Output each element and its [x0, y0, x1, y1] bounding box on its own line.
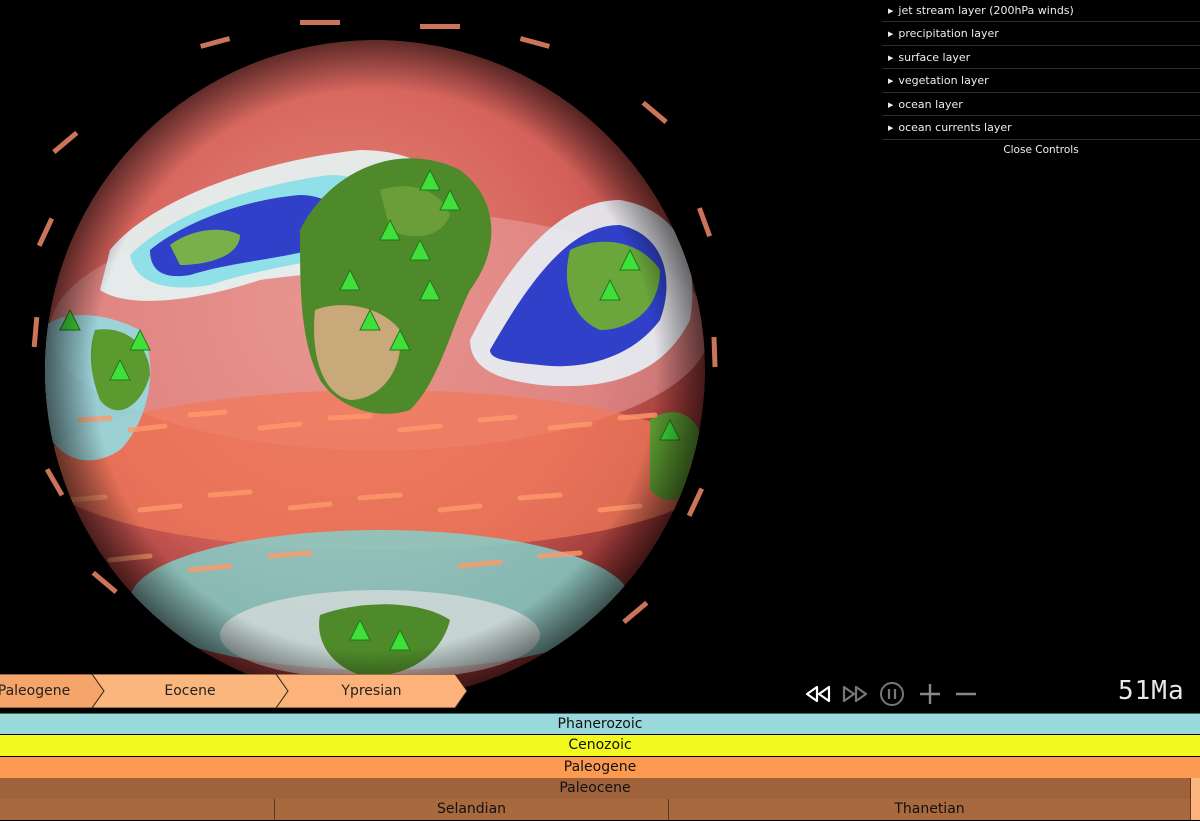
time-readout: 51Ma — [1118, 676, 1185, 706]
timescale-ages: Selandian Thanetian — [0, 799, 1200, 820]
globe-canvas[interactable] — [0, 0, 760, 700]
breadcrumb-item-age[interactable]: Ypresian — [288, 674, 455, 708]
caret-right-icon: ▶ — [888, 124, 894, 132]
layer-label: surface layer — [898, 50, 971, 64]
minus-icon[interactable] — [951, 679, 981, 709]
layer-label: ocean currents layer — [898, 121, 1012, 134]
timescale-age-selandian[interactable]: Selandian — [274, 799, 668, 820]
timescale-age-thanetian[interactable]: Thanetian — [668, 799, 1190, 820]
layer-toggle-ocean-currents[interactable]: ▶ ocean currents layer — [882, 116, 1200, 140]
caret-right-icon: ▶ — [888, 7, 894, 15]
layer-toggle-surface[interactable]: ▶ surface layer — [882, 46, 1200, 69]
layer-label: precipitation layer — [898, 27, 999, 40]
layer-label: vegetation layer — [898, 74, 989, 87]
timescale-age-next[interactable] — [1190, 799, 1200, 820]
rewind-icon[interactable] — [803, 679, 833, 709]
caret-right-icon: ▶ — [888, 30, 894, 38]
timescale-epoch[interactable]: Paleocene — [0, 778, 1190, 799]
layer-toggle-precipitation[interactable]: ▶ precipitation layer — [882, 22, 1200, 46]
breadcrumb-item-period[interactable]: Paleogene — [0, 674, 92, 708]
caret-right-icon: ▶ — [888, 77, 894, 85]
globe-viewport[interactable] — [0, 0, 760, 700]
pause-icon[interactable] — [877, 679, 907, 709]
layer-toggle-jet-stream[interactable]: ▶ jet stream layer (200hPa winds) — [882, 0, 1200, 22]
layer-toggle-vegetation[interactable]: ▶ vegetation layer — [882, 69, 1200, 93]
layer-controls-panel: ▶ jet stream layer (200hPa winds) ▶ precip… — [882, 0, 1200, 160]
caret-right-icon: ▶ — [888, 100, 894, 109]
timescale-period[interactable]: Paleogene — [0, 757, 1200, 778]
plus-icon[interactable] — [915, 679, 945, 709]
layer-toggle-ocean[interactable]: ▶ ocean layer — [882, 93, 1200, 116]
close-controls-button[interactable]: Close Controls — [882, 140, 1200, 160]
breadcrumb-item-epoch[interactable]: Eocene — [104, 674, 276, 708]
timescale-age-danian[interactable] — [0, 799, 274, 820]
fast-forward-icon[interactable] — [840, 679, 870, 709]
timescale-era[interactable]: Cenozoic — [0, 735, 1200, 756]
caret-right-icon: ▶ — [888, 53, 894, 62]
breadcrumb: Paleogene Eocene Ypresian — [0, 674, 470, 708]
timescale-eon[interactable]: Phanerozoic — [0, 713, 1200, 734]
timescale-epoch-next[interactable] — [1190, 778, 1200, 799]
layer-label: ocean layer — [898, 97, 963, 111]
layer-label: jet stream layer (200hPa winds) — [898, 4, 1074, 17]
